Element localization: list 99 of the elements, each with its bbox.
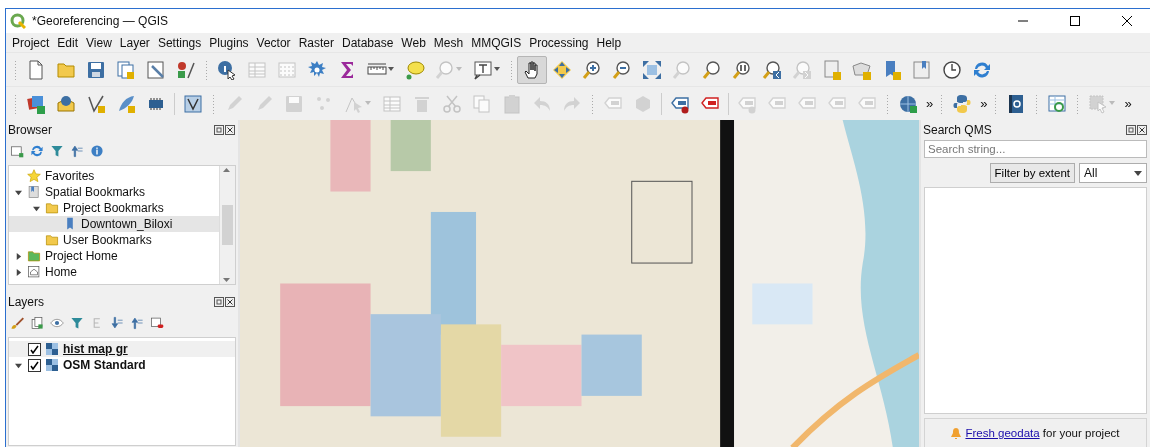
menu-item[interactable]: Database [337, 35, 398, 50]
star-icon [27, 169, 41, 183]
eye-icon[interactable] [50, 316, 64, 330]
tree-item[interactable]: Home [9, 264, 219, 280]
app-logo-icon [10, 13, 26, 29]
remove-icon[interactable] [150, 316, 164, 330]
menu-item[interactable]: View [82, 35, 116, 50]
table-refresh-icon[interactable] [1047, 93, 1068, 114]
search-icon[interactable] [702, 59, 722, 80]
collapse-icon[interactable] [70, 144, 84, 158]
filter-icon[interactable] [50, 144, 64, 158]
zoom-in-icon[interactable] [582, 59, 602, 80]
expand-arrow-icon[interactable] [14, 252, 22, 260]
expand-arrow-icon[interactable] [32, 204, 40, 212]
info-icon[interactable] [90, 144, 104, 158]
legend-entry[interactable]: hist map gr [9, 341, 235, 357]
legend-entry[interactable]: OSM Standard [9, 357, 235, 373]
python-icon[interactable] [952, 93, 973, 114]
pages-icon[interactable] [116, 59, 136, 80]
close-icon[interactable] [1122, 16, 1132, 26]
map-star-icon[interactable] [852, 59, 872, 80]
tree-item[interactable]: User Bookmarks [9, 232, 219, 248]
expand-arrow-icon[interactable] [14, 188, 22, 196]
layers-plus-icon[interactable] [26, 93, 46, 114]
refresh-icon[interactable] [30, 144, 44, 158]
filter-icon[interactable] [70, 316, 84, 330]
float-icon[interactable] [214, 297, 224, 307]
zoom-out-icon[interactable] [612, 59, 632, 80]
raster-layer-icon [46, 343, 58, 355]
menu-item[interactable]: Layer [115, 35, 154, 50]
add-group-icon[interactable] [30, 316, 44, 330]
search-field[interactable]: Search string... [924, 140, 1147, 158]
window-title: *Georeferencing — QGIS [32, 14, 170, 28]
more-chevron[interactable]: » [923, 96, 937, 111]
tree-item[interactable]: Favorites [9, 168, 219, 184]
scroll-down-icon[interactable] [220, 276, 233, 284]
close-icon[interactable] [1137, 125, 1147, 135]
link[interactable]: Fresh geodata [965, 427, 1040, 439]
wrench-page-icon[interactable] [146, 59, 166, 80]
type-dropdown[interactable]: All [1079, 163, 1147, 183]
vertex-page-icon[interactable] [183, 93, 203, 114]
bookmark-page-icon[interactable] [912, 59, 932, 80]
menu-item[interactable]: Processing [525, 35, 593, 50]
more-chevron[interactable]: » [977, 96, 991, 111]
menu-item[interactable]: Settings [153, 35, 206, 50]
tree-item[interactable]: Downtown_Biloxi [9, 216, 219, 232]
caret-icon[interactable] [1134, 170, 1142, 176]
magnifier-back-icon[interactable] [762, 59, 782, 80]
menu-item[interactable]: MMQGIS [467, 35, 526, 50]
home-folder-icon [27, 249, 41, 263]
float-icon[interactable] [1126, 125, 1136, 135]
menu-item[interactable]: Project [8, 35, 54, 50]
menu-item[interactable]: Edit [53, 35, 83, 50]
collapse-icon[interactable] [130, 316, 144, 330]
panel-title: Browser [8, 123, 52, 137]
menu-item[interactable]: Vector [252, 35, 295, 50]
toggle-button[interactable] [517, 55, 547, 84]
caret-icon[interactable] [493, 67, 501, 72]
scrollbar[interactable] [219, 166, 235, 284]
expand-arrow-icon[interactable] [14, 361, 22, 369]
menu-item[interactable]: Help [592, 35, 626, 50]
checkbox[interactable] [28, 342, 41, 356]
menu-item[interactable]: Web [397, 35, 430, 50]
panel-title: Search QMS [923, 123, 992, 137]
scroll-up-icon[interactable] [220, 166, 233, 174]
tree-item[interactable]: Project Home [9, 248, 219, 264]
maximize-icon[interactable] [1070, 16, 1080, 26]
panel-title: Layers [8, 295, 45, 309]
tree-item[interactable]: Spatial Bookmarks [9, 184, 219, 200]
scroll-thumb[interactable] [222, 205, 233, 245]
clock-icon[interactable] [942, 59, 962, 80]
more-chevron[interactable]: » [1121, 96, 1135, 111]
filter-button[interactable]: Filter by extent [989, 163, 1075, 183]
identify-icon[interactable] [217, 59, 237, 80]
tree-item[interactable]: Project Bookmarks [9, 200, 219, 216]
zoom-full-icon[interactable] [642, 59, 662, 80]
expand-arrow-icon[interactable] [14, 268, 22, 276]
menu-item[interactable]: Mesh [429, 35, 468, 50]
new-page-icon[interactable] [10, 144, 24, 158]
close-icon[interactable] [225, 125, 235, 135]
menu-item[interactable]: Plugins [205, 35, 253, 50]
text-box-icon[interactable] [473, 59, 493, 80]
footer-text: Fresh geodata for your project [965, 427, 1120, 439]
checkbox[interactable] [28, 358, 41, 372]
bell-icon [951, 427, 962, 439]
close-icon[interactable] [225, 297, 235, 307]
paintbrush-icon[interactable] [10, 316, 24, 330]
vertex-icon[interactable] [86, 93, 106, 114]
raster-layer-icon [46, 359, 58, 371]
float-icon[interactable] [214, 125, 224, 135]
caret-icon[interactable] [387, 67, 395, 72]
globe-plus-icon[interactable] [898, 93, 918, 114]
home-icon [27, 265, 41, 279]
new-file-icon[interactable] [26, 59, 46, 80]
expand-down-icon[interactable] [110, 316, 124, 330]
feather-icon[interactable] [116, 93, 136, 114]
menu-item[interactable]: Raster [294, 35, 338, 50]
speech-bubble-icon[interactable] [405, 59, 425, 80]
pan-icon[interactable] [552, 59, 572, 80]
